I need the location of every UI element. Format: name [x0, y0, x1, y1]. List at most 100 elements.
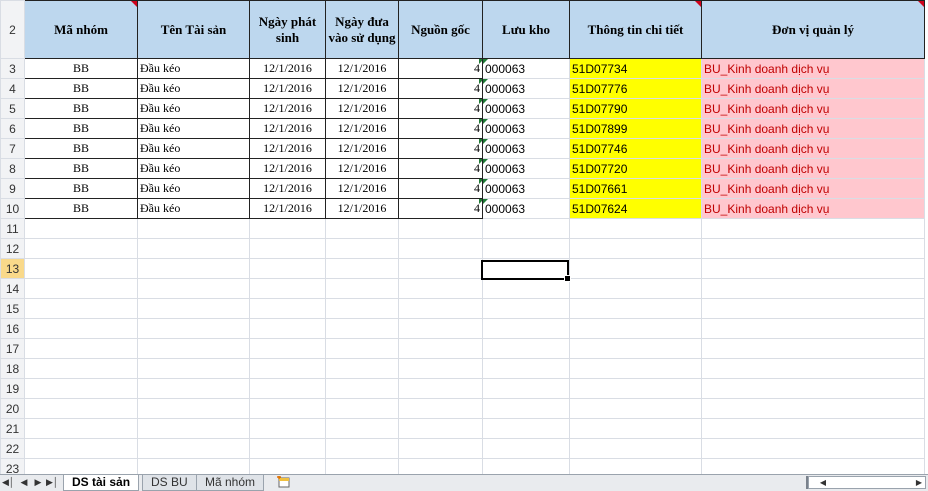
empty-cell[interactable]: [569, 438, 702, 459]
row-header[interactable]: 14: [0, 278, 25, 299]
row-header[interactable]: 19: [0, 378, 25, 399]
empty-cell[interactable]: [24, 278, 138, 299]
group-code-cell[interactable]: BB: [24, 178, 138, 199]
sheet-tab-ma-nhom[interactable]: Mã nhóm: [196, 475, 265, 491]
storage-cell[interactable]: 000063: [482, 138, 570, 159]
storage-cell[interactable]: 000063: [482, 158, 570, 179]
empty-cell[interactable]: [701, 438, 925, 459]
empty-cell[interactable]: [325, 398, 399, 419]
empty-cell[interactable]: [24, 258, 138, 279]
empty-cell[interactable]: [325, 218, 399, 239]
empty-cell[interactable]: [24, 358, 138, 379]
empty-cell[interactable]: [325, 358, 399, 379]
column-header-detail[interactable]: Thông tin chi tiết: [569, 0, 702, 59]
managing-unit-cell[interactable]: BU_Kinh doanh dịch vụ: [701, 178, 925, 199]
origin-cell[interactable]: 4: [398, 178, 483, 199]
asset-name-cell[interactable]: Đầu kéo: [137, 58, 250, 79]
empty-cell[interactable]: [249, 438, 326, 459]
empty-cell[interactable]: [249, 358, 326, 379]
column-header-group-code[interactable]: Mã nhóm: [24, 0, 138, 59]
empty-cell[interactable]: [325, 318, 399, 339]
row-header[interactable]: 12: [0, 238, 25, 259]
row-header[interactable]: 5: [0, 98, 25, 119]
issue-date-cell[interactable]: 12/1/2016: [249, 138, 326, 159]
active-cell-selection[interactable]: [481, 260, 571, 282]
storage-cell[interactable]: 000063: [482, 58, 570, 79]
empty-cell[interactable]: [137, 218, 250, 239]
row-header[interactable]: 16: [0, 318, 25, 339]
issue-date-cell[interactable]: 12/1/2016: [249, 118, 326, 139]
empty-cell[interactable]: [325, 298, 399, 319]
row-header[interactable]: 13: [0, 258, 25, 279]
empty-cell[interactable]: [325, 378, 399, 399]
detail-cell[interactable]: 51D07746: [569, 138, 702, 159]
empty-cell[interactable]: [398, 398, 483, 419]
empty-cell[interactable]: [137, 398, 250, 419]
row-header[interactable]: 11: [0, 218, 25, 239]
row-header[interactable]: 6: [0, 118, 25, 139]
empty-cell[interactable]: [569, 318, 702, 339]
empty-cell[interactable]: [701, 458, 925, 474]
empty-cell[interactable]: [701, 338, 925, 359]
origin-cell[interactable]: 4: [398, 78, 483, 99]
empty-cell[interactable]: [137, 438, 250, 459]
empty-cell[interactable]: [24, 438, 138, 459]
managing-unit-cell[interactable]: BU_Kinh doanh dịch vụ: [701, 78, 925, 99]
in-use-date-cell[interactable]: 12/1/2016: [325, 98, 399, 119]
empty-cell[interactable]: [249, 238, 326, 259]
empty-cell[interactable]: [569, 358, 702, 379]
group-code-cell[interactable]: BB: [24, 98, 138, 119]
row-header[interactable]: 20: [0, 398, 25, 419]
empty-cell[interactable]: [569, 238, 702, 259]
storage-cell[interactable]: 000063: [482, 198, 570, 219]
empty-cell[interactable]: [249, 458, 326, 474]
row-header[interactable]: 3: [0, 58, 25, 79]
detail-cell[interactable]: 51D07734: [569, 58, 702, 79]
origin-cell[interactable]: 4: [398, 58, 483, 79]
empty-cell[interactable]: [482, 358, 570, 379]
empty-cell[interactable]: [398, 418, 483, 439]
empty-cell[interactable]: [482, 278, 570, 299]
empty-cell[interactable]: [701, 278, 925, 299]
empty-cell[interactable]: [137, 418, 250, 439]
scrollbar-thumb[interactable]: [829, 478, 907, 487]
empty-cell[interactable]: [249, 398, 326, 419]
empty-cell[interactable]: [482, 438, 570, 459]
empty-cell[interactable]: [398, 378, 483, 399]
empty-cell[interactable]: [398, 358, 483, 379]
storage-cell[interactable]: 000063: [482, 118, 570, 139]
spreadsheet-grid[interactable]: 2 Mã nhóm Tên Tài sản Ngày phát sinh Ngà…: [0, 0, 928, 474]
in-use-date-cell[interactable]: 12/1/2016: [325, 178, 399, 199]
row-header[interactable]: 15: [0, 298, 25, 319]
empty-cell[interactable]: [24, 338, 138, 359]
storage-cell[interactable]: 000063: [482, 98, 570, 119]
column-header-asset-name[interactable]: Tên Tài sản: [137, 0, 250, 59]
empty-cell[interactable]: [398, 298, 483, 319]
managing-unit-cell[interactable]: BU_Kinh doanh dịch vụ: [701, 158, 925, 179]
row-header[interactable]: 2: [0, 0, 25, 59]
empty-cell[interactable]: [482, 338, 570, 359]
empty-cell[interactable]: [482, 318, 570, 339]
empty-cell[interactable]: [24, 418, 138, 439]
empty-cell[interactable]: [137, 378, 250, 399]
empty-cell[interactable]: [482, 218, 570, 239]
empty-cell[interactable]: [569, 218, 702, 239]
empty-cell[interactable]: [569, 258, 702, 279]
group-code-cell[interactable]: BB: [24, 118, 138, 139]
detail-cell[interactable]: 51D07720: [569, 158, 702, 179]
column-header-origin[interactable]: Nguồn gốc: [398, 0, 483, 59]
empty-cell[interactable]: [482, 378, 570, 399]
empty-cell[interactable]: [137, 458, 250, 474]
empty-cell[interactable]: [482, 298, 570, 319]
column-header-storage[interactable]: Lưu kho: [482, 0, 570, 59]
empty-cell[interactable]: [137, 238, 250, 259]
last-sheet-nav-icon[interactable]: ▶│: [46, 476, 59, 489]
empty-cell[interactable]: [325, 238, 399, 259]
managing-unit-cell[interactable]: BU_Kinh doanh dịch vụ: [701, 98, 925, 119]
detail-cell[interactable]: 51D07624: [569, 198, 702, 219]
empty-cell[interactable]: [569, 458, 702, 474]
empty-cell[interactable]: [249, 278, 326, 299]
origin-cell[interactable]: 4: [398, 98, 483, 119]
row-header[interactable]: 8: [0, 158, 25, 179]
in-use-date-cell[interactable]: 12/1/2016: [325, 58, 399, 79]
